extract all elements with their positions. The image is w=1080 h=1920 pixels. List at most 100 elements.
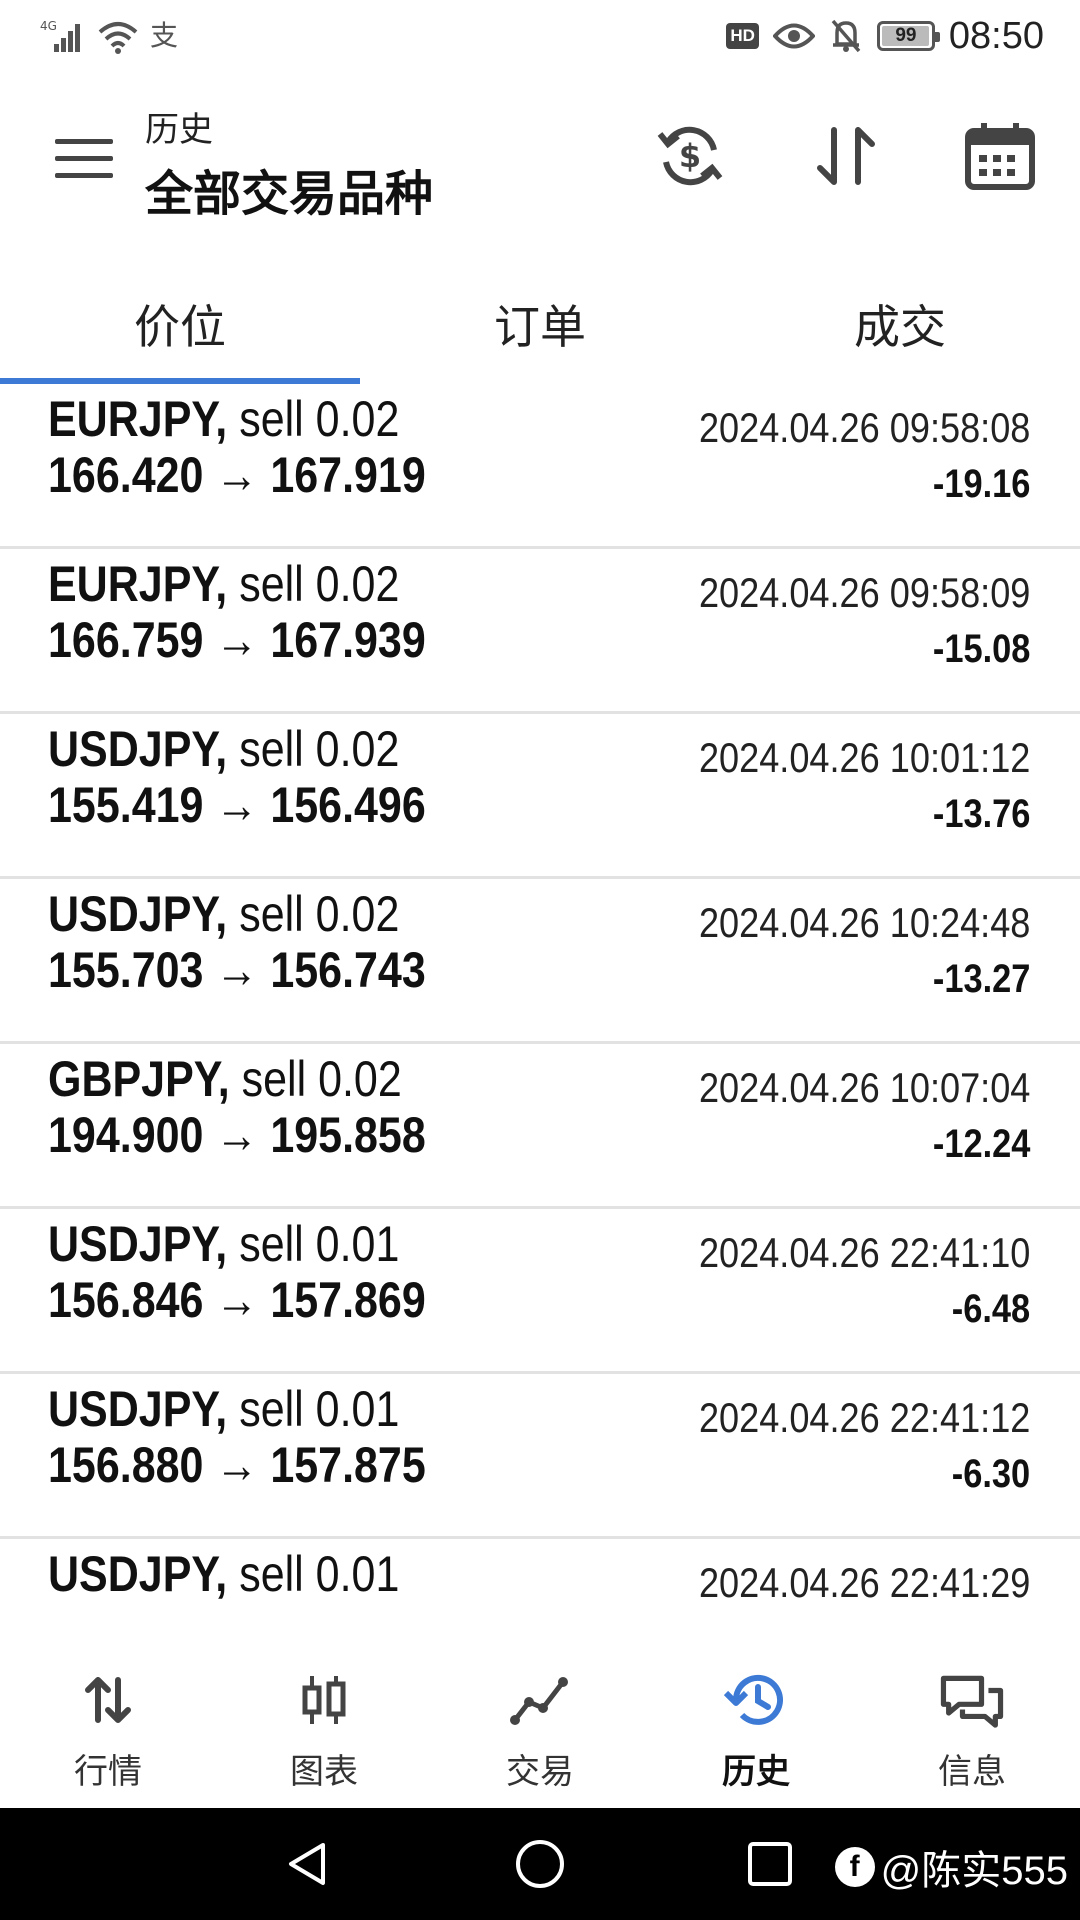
- chat-bubbles-icon: [940, 1668, 1004, 1732]
- recents-square-icon: [748, 1842, 792, 1886]
- status-right: HD 99 08:50: [726, 12, 1044, 60]
- svg-text:$: $: [679, 137, 701, 175]
- trade-action: sell 0.02: [239, 721, 400, 777]
- battery-indicator: 99: [876, 21, 940, 51]
- trade-symbol: USDJPY,: [48, 1546, 228, 1602]
- home-button[interactable]: [510, 1834, 570, 1894]
- trade-action: sell 0.01: [239, 1381, 400, 1437]
- trade-profit: -6.48: [951, 1287, 1030, 1331]
- trade-symbol: EURJPY,: [48, 391, 228, 447]
- tab-orders[interactable]: 订单: [360, 264, 720, 384]
- tab-bar: 价位 订单 成交: [0, 264, 1080, 384]
- trade-symbol-line: EURJPY, sell 0.02: [48, 555, 399, 613]
- trade-action: sell 0.02: [239, 886, 400, 942]
- nav-trade[interactable]: 交易: [432, 1622, 648, 1808]
- trade-action: sell 0.02: [239, 556, 400, 612]
- app-header: 历史 全部交易品种 $: [0, 74, 1080, 244]
- home-circle-icon: [516, 1840, 564, 1888]
- trade-symbol: GBPJPY,: [48, 1051, 230, 1107]
- trade-time: 2024.04.26 09:58:08: [698, 404, 1030, 451]
- trade-row[interactable]: GBPJPY, sell 0.02 194.900 → 195.858 2024…: [0, 1044, 1080, 1209]
- wifi-icon: [98, 22, 138, 54]
- trade-prices: 194.900 → 195.858: [48, 1107, 426, 1163]
- page-title[interactable]: 全部交易品种: [145, 154, 433, 224]
- page-subtitle: 历史: [145, 111, 213, 149]
- currency-exchange-icon: $: [657, 126, 723, 186]
- trade-symbol: USDJPY,: [48, 886, 228, 942]
- trade-row[interactable]: USDJPY, sell 0.01 156.880 → 157.875 2024…: [0, 1374, 1080, 1539]
- clock: 08:50: [948, 14, 1044, 57]
- menu-icon-bar: [55, 138, 113, 144]
- recents-button[interactable]: [740, 1834, 800, 1894]
- trade-symbol: USDJPY,: [48, 1381, 228, 1437]
- alipay-icon: 支: [150, 20, 179, 51]
- back-button[interactable]: [278, 1834, 338, 1894]
- signal-icon: 4G: [40, 19, 80, 52]
- trade-prices: 156.846 → 157.869: [48, 1272, 426, 1328]
- trend-line-icon: [508, 1668, 572, 1732]
- trade-row[interactable]: EURJPY, sell 0.02 166.759 → 167.939 2024…: [0, 549, 1080, 714]
- trade-time: 2024.04.26 09:58:09: [698, 569, 1030, 616]
- nav-messages[interactable]: 信息: [864, 1622, 1080, 1808]
- trade-symbol-line: USDJPY, sell 0.02: [48, 885, 399, 943]
- trade-row[interactable]: EURJPY, sell 0.02 166.420 → 167.919 2024…: [0, 384, 1080, 549]
- trade-row[interactable]: USDJPY, sell 0.01 2024.04.26 22:41:29: [0, 1539, 1080, 1622]
- trade-prices: 166.759 → 167.939: [48, 612, 426, 668]
- hd-badge: HD: [726, 23, 759, 49]
- system-navigation-bar: f @陈实555: [0, 1808, 1080, 1920]
- trade-profit: -19.16: [932, 462, 1030, 506]
- trade-prices: 166.420 → 167.919: [48, 447, 426, 503]
- bell-off-icon: [831, 19, 861, 53]
- nav-label: 交易: [506, 1753, 574, 1791]
- currency-exchange-button[interactable]: $: [648, 114, 732, 198]
- trade-row[interactable]: USDJPY, sell 0.01 156.846 → 157.869 2024…: [0, 1209, 1080, 1374]
- nav-history[interactable]: 历史: [648, 1622, 864, 1808]
- trade-action: sell 0.01: [239, 1216, 400, 1272]
- trade-time: 2024.04.26 10:24:48: [698, 899, 1030, 946]
- calendar-button[interactable]: [958, 114, 1042, 198]
- menu-button[interactable]: [46, 128, 122, 188]
- menu-icon-bar: [55, 172, 113, 178]
- calendar-icon: [965, 123, 1035, 190]
- trade-prices: 155.419 → 156.496: [48, 777, 426, 833]
- trade-time: 2024.04.26 22:41:29: [698, 1559, 1030, 1606]
- nav-label: 历史: [722, 1753, 790, 1791]
- trade-symbol-line: USDJPY, sell 0.01: [48, 1545, 399, 1603]
- network-label: 4G: [40, 19, 57, 33]
- nav-charts[interactable]: 图表: [216, 1622, 432, 1808]
- trade-action: sell 0.02: [239, 391, 400, 447]
- watermark: f @陈实555: [834, 1838, 1068, 1896]
- tab-deals[interactable]: 成交: [720, 264, 1080, 384]
- nav-label: 图表: [290, 1753, 358, 1791]
- eye-icon: [772, 23, 815, 49]
- tab-price[interactable]: 价位: [0, 264, 360, 384]
- nav-quotes[interactable]: 行情: [0, 1622, 216, 1808]
- history-clock-icon: [724, 1668, 788, 1732]
- trade-row[interactable]: USDJPY, sell 0.02 155.419 → 156.496 2024…: [0, 714, 1080, 879]
- watermark-text: @陈实555: [880, 1849, 1068, 1893]
- trade-symbol-line: GBPJPY, sell 0.02: [48, 1050, 402, 1108]
- trade-time: 2024.04.26 10:07:04: [698, 1064, 1030, 1111]
- status-bar: 4G 支 HD 99 08:50: [0, 0, 1080, 74]
- nav-label: 信息: [938, 1753, 1006, 1791]
- trade-symbol-line: USDJPY, sell 0.02: [48, 720, 399, 778]
- trade-profit: -12.24: [932, 1122, 1030, 1166]
- trade-time: 2024.04.26 22:41:12: [698, 1394, 1030, 1441]
- facebook-icon: f: [834, 1847, 875, 1887]
- bottom-navigation: 行情 图表 交易 历史 信息: [0, 1622, 1080, 1808]
- sort-arrows-icon: [817, 127, 875, 185]
- trade-symbol: EURJPY,: [48, 556, 228, 612]
- trade-symbol: USDJPY,: [48, 721, 228, 777]
- menu-icon-bar: [55, 155, 113, 161]
- trade-symbol-line: USDJPY, sell 0.01: [48, 1380, 399, 1438]
- trade-time: 2024.04.26 10:01:12: [698, 734, 1030, 781]
- trade-row[interactable]: USDJPY, sell 0.02 155.703 → 156.743 2024…: [0, 879, 1080, 1044]
- status-left: 4G 支: [40, 14, 178, 54]
- trade-profit: -13.27: [932, 957, 1030, 1001]
- sort-button[interactable]: [804, 114, 888, 198]
- trade-history-list[interactable]: EURJPY, sell 0.02 166.420 → 167.919 2024…: [0, 384, 1080, 1622]
- candlestick-icon: [292, 1668, 356, 1732]
- trade-profit: -15.08: [932, 627, 1030, 671]
- trade-profit: -6.30: [951, 1452, 1030, 1496]
- back-triangle-icon: [289, 1843, 325, 1885]
